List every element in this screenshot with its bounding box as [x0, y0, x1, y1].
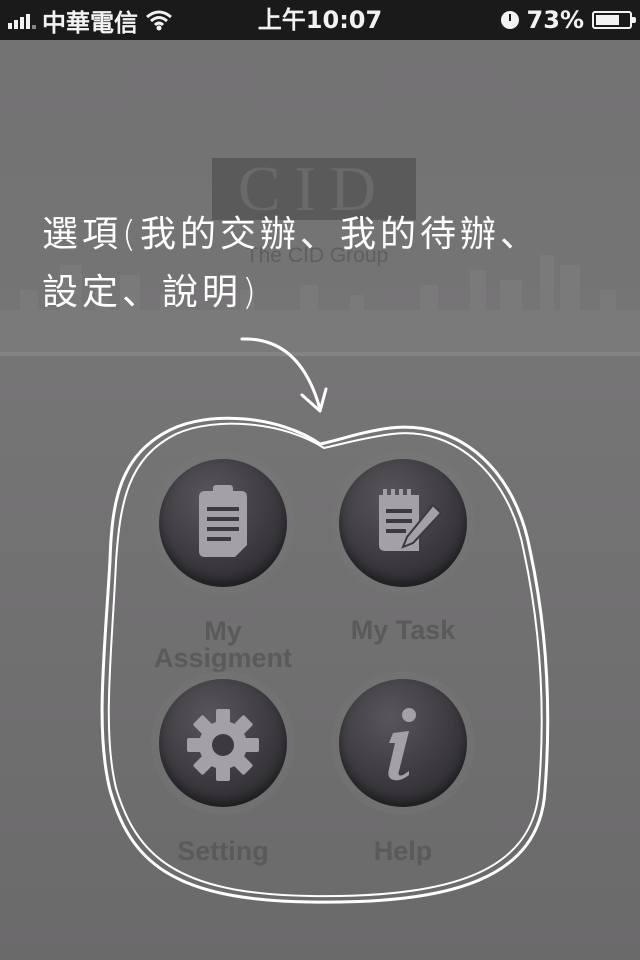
- info-icon: [388, 708, 416, 781]
- annotation-line-1: 選項(我的交辦、我的待辦、: [42, 214, 541, 255]
- annotation-text: 選項(我的交辦、我的待辦、 設定、說明): [42, 206, 632, 322]
- setting-label: Setting: [177, 836, 269, 866]
- setting-button[interactable]: [159, 679, 287, 807]
- status-bar: 中華電信 上午10:07 73%: [0, 0, 640, 40]
- help-button[interactable]: [339, 679, 467, 807]
- my-assignment-label-line2: Assigment: [153, 643, 293, 673]
- annotation-line-2: 設定、說明): [42, 272, 261, 313]
- my-assignment-label-line1: My: [204, 616, 242, 646]
- alarm-clock-icon: [500, 11, 519, 29]
- my-assignment-button[interactable]: [159, 459, 287, 587]
- my-task-button[interactable]: [339, 459, 467, 587]
- app-screen: 中華電信 上午10:07 73% CID The CID Group 選項(我的…: [0, 0, 640, 960]
- battery-percent: 73%: [526, 6, 584, 34]
- status-right: 73%: [500, 0, 636, 40]
- notepad-pencil-icon: [379, 489, 443, 551]
- battery-icon: [592, 11, 636, 29]
- gear-icon: [187, 709, 259, 781]
- clipboard-icon: [199, 485, 247, 557]
- help-label: Help: [373, 836, 433, 866]
- my-assignment-label: My Assigment: [130, 618, 316, 672]
- my-task-label: My Task: [350, 615, 456, 645]
